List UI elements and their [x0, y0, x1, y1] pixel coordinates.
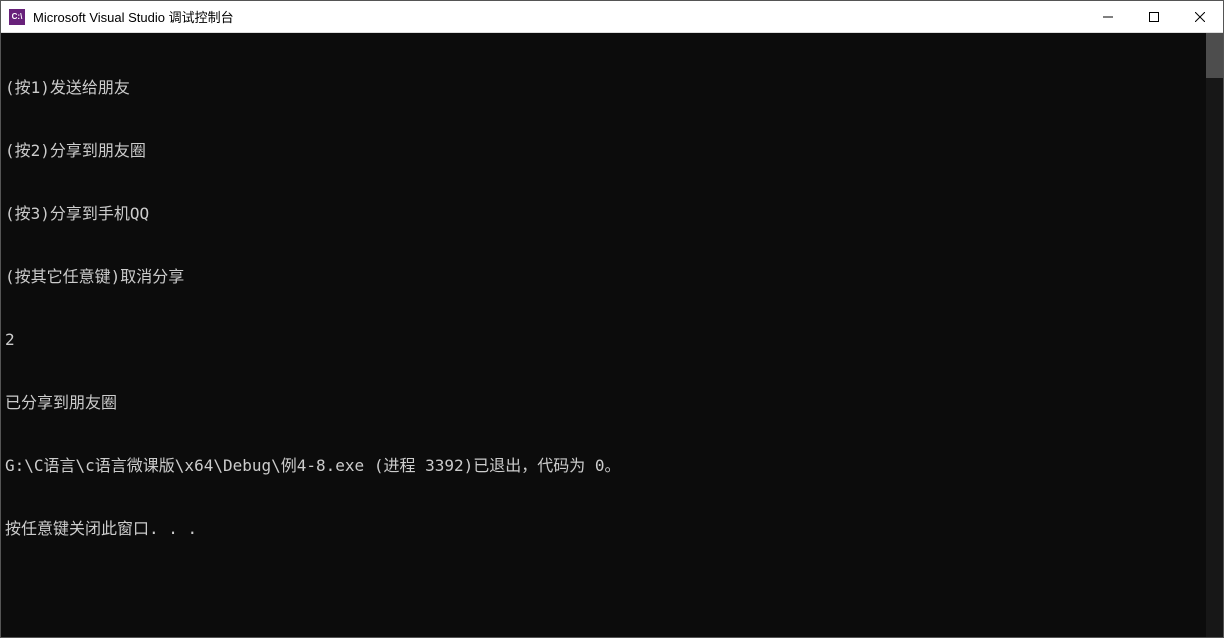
console-line: (按1)发送给朋友 [5, 77, 1219, 98]
console-window: C:\ Microsoft Visual Studio 调试控制台 (按1)发送… [0, 0, 1224, 638]
app-icon-text: C:\ [12, 12, 23, 21]
window-title: Microsoft Visual Studio 调试控制台 [33, 7, 1085, 26]
minimize-button[interactable] [1085, 1, 1131, 32]
close-button[interactable] [1177, 1, 1223, 32]
console-line: G:\C语言\c语言微课版\x64\Debug\例4-8.exe (进程 339… [5, 455, 1219, 476]
console-line: 已分享到朋友圈 [5, 392, 1219, 413]
scrollbar-thumb[interactable] [1206, 33, 1223, 78]
minimize-icon [1103, 12, 1113, 22]
titlebar[interactable]: C:\ Microsoft Visual Studio 调试控制台 [1, 1, 1223, 33]
window-controls [1085, 1, 1223, 32]
vertical-scrollbar[interactable] [1206, 33, 1223, 637]
console-line: (按2)分享到朋友圈 [5, 140, 1219, 161]
console-line: (按3)分享到手机QQ [5, 203, 1219, 224]
maximize-icon [1149, 12, 1159, 22]
console-area: (按1)发送给朋友 (按2)分享到朋友圈 (按3)分享到手机QQ (按其它任意键… [1, 33, 1223, 637]
console-line: 按任意键关闭此窗口. . . [5, 518, 1219, 539]
console-line: (按其它任意键)取消分享 [5, 266, 1219, 287]
app-icon: C:\ [9, 9, 25, 25]
maximize-button[interactable] [1131, 1, 1177, 32]
console-output[interactable]: (按1)发送给朋友 (按2)分享到朋友圈 (按3)分享到手机QQ (按其它任意键… [1, 33, 1223, 637]
console-line: 2 [5, 329, 1219, 350]
close-icon [1195, 12, 1205, 22]
